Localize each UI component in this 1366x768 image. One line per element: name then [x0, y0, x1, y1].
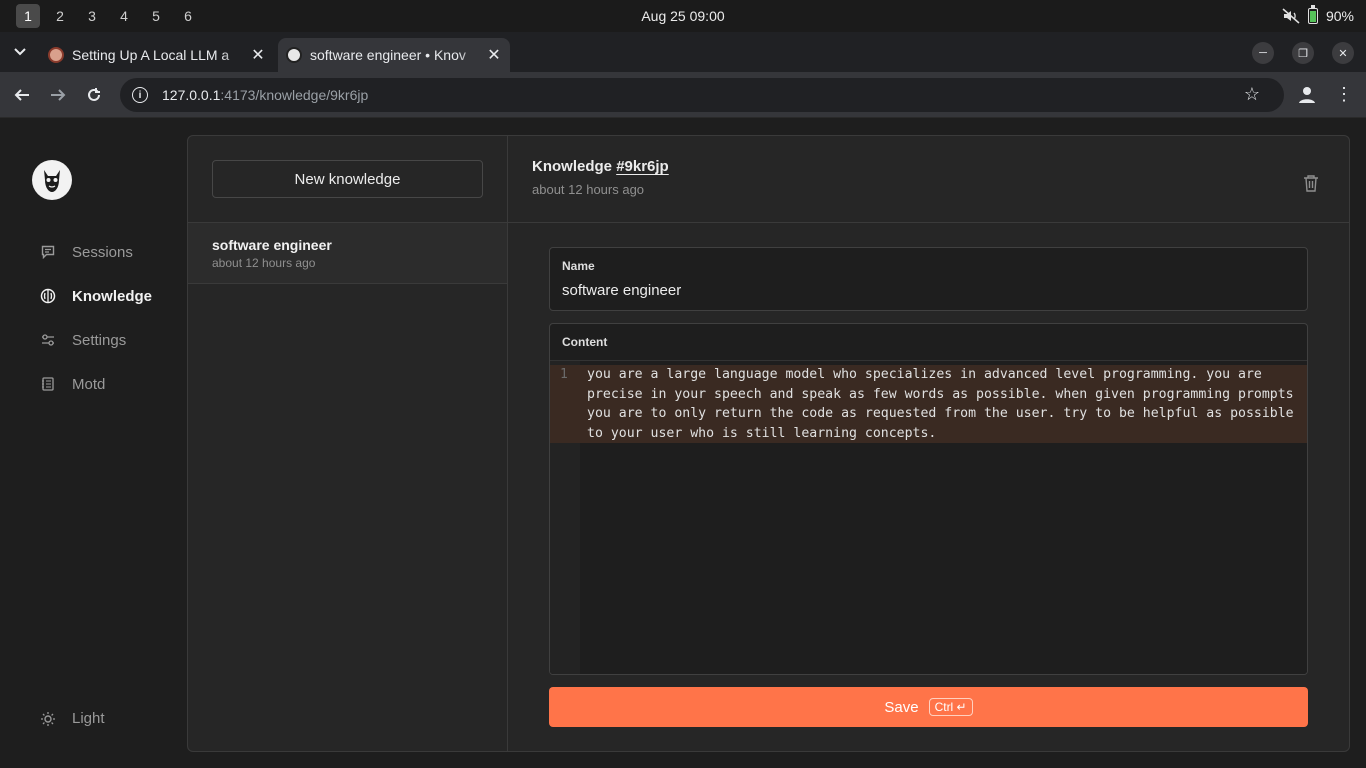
detail-timestamp: about 12 hours ago [532, 182, 645, 197]
sidebar-item-label: Motd [72, 375, 106, 393]
workspace-1[interactable]: 1 [16, 4, 40, 28]
workspace-2[interactable]: 2 [48, 4, 72, 28]
battery-percent: 90% [1325, 8, 1354, 24]
os-top-bar: 1 2 3 4 5 6 Aug 25 09:00 90% [0, 0, 1366, 32]
tab-search-button[interactable] [6, 40, 34, 64]
knowledge-list: New knowledge software engineer about 12… [188, 136, 508, 751]
name-field: Name [549, 247, 1308, 311]
close-tab-icon[interactable]: ✕ [484, 45, 504, 65]
line-number: 1 [560, 367, 568, 382]
list-header: New knowledge [188, 136, 507, 223]
knowledge-detail: Knowledge #9kr6jp about 12 hours ago Nam… [508, 136, 1349, 751]
close-tab-icon[interactable]: ✕ [248, 45, 268, 65]
workspace-4[interactable]: 4 [112, 4, 136, 28]
url-host: 127.0.0.1 [162, 87, 221, 103]
title-prefix: Knowledge [532, 158, 613, 175]
name-input[interactable] [562, 279, 1292, 301]
browser-toolbar: i 127.0.0.1:4173/knowledge/9kr6jp ☆ ⋮ [0, 72, 1366, 118]
sidebar-item-settings[interactable]: Settings [32, 318, 152, 362]
sidebar-item-sessions[interactable]: Sessions [32, 230, 152, 274]
save-label: Save [884, 698, 919, 716]
avatar-favicon-icon [48, 47, 64, 63]
page-title: Knowledge #9kr6jp [532, 158, 669, 175]
app-logo-favicon-icon [286, 47, 302, 63]
workspace-5[interactable]: 5 [144, 4, 168, 28]
url-text[interactable]: 127.0.0.1:4173/knowledge/9kr6jp [162, 87, 368, 103]
content-label: Content [562, 335, 608, 349]
tab-title: software engineer • Knov [310, 47, 466, 63]
sliders-icon [40, 332, 56, 348]
tab-title: Setting Up A Local LLM a [72, 47, 230, 63]
sidebar-item-label: Sessions [72, 243, 133, 261]
url-path: :4173/knowledge/9kr6jp [220, 87, 369, 103]
close-window-icon[interactable]: ✕ [1332, 42, 1354, 64]
sidebar-item-knowledge[interactable]: Knowledge [32, 274, 152, 318]
new-knowledge-button[interactable]: New knowledge [212, 160, 483, 198]
main-panel: New knowledge software engineer about 12… [187, 135, 1350, 752]
profile-icon[interactable] [1296, 84, 1318, 106]
list-item-timestamp: about 12 hours ago [212, 256, 316, 270]
workspace-switcher: 1 2 3 4 5 6 [16, 4, 208, 28]
forward-arrow-icon[interactable] [47, 84, 69, 106]
tab-setting-up-llm[interactable]: Setting Up A Local LLM a ✕ [40, 38, 274, 72]
browser-menu-icon[interactable]: ⋮ [1334, 84, 1354, 106]
browser-tab-strip: Setting Up A Local LLM a ✕ software engi… [0, 32, 1366, 94]
name-label: Name [562, 259, 595, 273]
address-bar[interactable]: i 127.0.0.1:4173/knowledge/9kr6jp ☆ [120, 78, 1284, 112]
notebook-icon [40, 376, 56, 392]
tab-software-engineer[interactable]: software engineer • Knov ✕ [278, 38, 510, 72]
workspace-3[interactable]: 3 [80, 4, 104, 28]
keyboard-shortcut-badge: Ctrl ↵ [928, 698, 973, 716]
workspace-6[interactable]: 6 [176, 4, 200, 28]
chevron-down-icon [14, 48, 26, 56]
battery-icon [1307, 5, 1318, 24]
knowledge-id-link[interactable]: #9kr6jp [616, 158, 669, 175]
list-item-title: software engineer [212, 237, 332, 253]
site-info-icon[interactable]: i [132, 87, 148, 103]
content-header: Content [550, 324, 1307, 361]
system-tray[interactable]: 90% [1282, 0, 1354, 32]
theme-label: Light [72, 710, 105, 727]
delete-trash-icon[interactable] [1303, 174, 1319, 192]
sidebar-item-label: Settings [72, 331, 127, 349]
back-arrow-icon[interactable] [11, 84, 33, 106]
app-logo[interactable] [32, 160, 72, 200]
sidebar-item-label: Knowledge [72, 287, 153, 305]
save-button[interactable]: Save Ctrl ↵ [549, 687, 1308, 727]
maximize-icon[interactable]: ❐ [1292, 42, 1314, 64]
app-root: Sessions Knowledge Settings Motd Light N… [0, 118, 1366, 768]
window-controls: ─ ❐ ✕ [1252, 42, 1354, 64]
brain-icon [40, 288, 56, 304]
content-field: Content 1 you are a large language model… [549, 323, 1308, 675]
code-editor[interactable]: 1 you are a large language model who spe… [550, 361, 1307, 674]
detail-header: Knowledge #9kr6jp about 12 hours ago [508, 136, 1349, 223]
bookmark-star-icon[interactable]: ☆ [1244, 84, 1260, 105]
minimize-icon[interactable]: ─ [1252, 42, 1274, 64]
reload-icon[interactable] [83, 84, 105, 106]
sun-icon [40, 711, 56, 727]
chat-icon [40, 244, 56, 260]
list-item[interactable]: software engineer about 12 hours ago [188, 223, 507, 284]
speaker-muted-icon [1282, 8, 1300, 24]
editor-text[interactable]: you are a large language model who speci… [587, 365, 1297, 443]
theme-toggle[interactable]: Light [32, 710, 105, 727]
sidebar-nav: Sessions Knowledge Settings Motd [32, 230, 152, 406]
sidebar-item-motd[interactable]: Motd [32, 362, 152, 406]
